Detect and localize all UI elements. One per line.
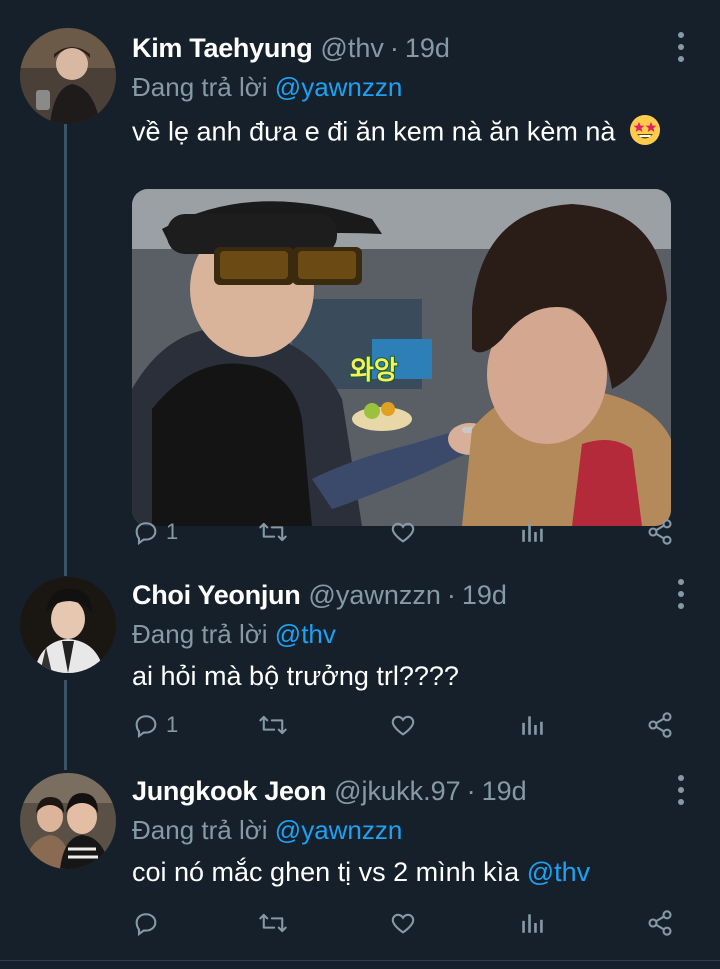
- reply-button[interactable]: 1: [132, 705, 178, 745]
- retweet-icon: [259, 913, 287, 933]
- retweet-icon: [259, 715, 287, 735]
- retweet-button[interactable]: [258, 512, 288, 552]
- retweet-icon: [259, 522, 287, 542]
- avatar[interactable]: [20, 28, 116, 124]
- author-handle[interactable]: @yawnzzn: [308, 580, 440, 611]
- author-handle[interactable]: @jkukk.97: [334, 776, 460, 807]
- like-icon: [391, 522, 415, 543]
- tweet-header: Kim Taehyung @thv · 19d: [132, 28, 450, 68]
- like-icon: [391, 913, 415, 934]
- replying-to: Đang trả lời @yawnzzn: [132, 815, 402, 846]
- tweet-text: ai hỏi mà bộ trưởng trl????: [132, 661, 459, 692]
- like-button[interactable]: [388, 512, 418, 552]
- analytics-button[interactable]: [519, 705, 545, 745]
- replying-to: Đang trả lời @yawnzzn: [132, 72, 402, 103]
- reply-count: 1: [166, 519, 179, 544]
- tweet-actions: 1: [132, 512, 692, 552]
- reply-mention-link[interactable]: @thv: [275, 619, 336, 649]
- like-button[interactable]: [388, 705, 418, 745]
- tweet-text-content: coi nó mắc ghen tị vs 2 mình kìa: [132, 857, 520, 887]
- analytics-button[interactable]: [519, 512, 545, 552]
- tweet-text-content: ai hỏi mà bộ trưởng trl????: [132, 661, 459, 691]
- tweet-actions: [132, 903, 692, 943]
- retweet-button[interactable]: [258, 705, 288, 745]
- analytics-icon: [522, 523, 543, 542]
- like-icon: [391, 715, 415, 736]
- separator-dot: ·: [389, 32, 399, 63]
- tweet-time[interactable]: 19d: [482, 776, 527, 807]
- like-button[interactable]: [388, 903, 418, 943]
- reply-mention-link[interactable]: @yawnzzn: [275, 72, 403, 102]
- tweet-text: về lẹ anh đưa e đi ăn kem nà ăn kèm nà: [132, 114, 661, 153]
- star-struck-emoji-icon: [629, 114, 661, 153]
- tweet-header: Jungkook Jeon @jkukk.97 · 19d: [132, 771, 527, 811]
- more-icon[interactable]: [676, 579, 686, 609]
- avatar[interactable]: [20, 773, 116, 869]
- share-button[interactable]: [646, 512, 674, 552]
- author-name[interactable]: Choi Yeonjun: [132, 580, 301, 611]
- more-icon[interactable]: [676, 32, 686, 62]
- share-button[interactable]: [646, 903, 674, 943]
- author-handle[interactable]: @thv: [320, 33, 383, 64]
- reply-icon: [135, 913, 157, 937]
- share-icon: [648, 519, 672, 545]
- replying-to-label: Đang trả lời: [132, 619, 268, 649]
- analytics-button[interactable]: [519, 903, 545, 943]
- reply-icon: [135, 715, 157, 739]
- replying-to-label: Đang trả lời: [132, 72, 268, 102]
- avatar[interactable]: [20, 577, 116, 673]
- share-icon: [648, 910, 672, 936]
- reply-icon: [135, 522, 157, 546]
- reply-count: 1: [166, 712, 179, 737]
- reply-mention-link[interactable]: @yawnzzn: [275, 815, 403, 845]
- author-name[interactable]: Kim Taehyung: [132, 33, 313, 64]
- divider: [0, 960, 720, 961]
- tweet[interactable]: Kim Taehyung @thv · 19d Đang trả lời @ya…: [0, 28, 720, 558]
- tweet-text-content: về lẹ anh đưa e đi ăn kem nà ăn kèm nà: [132, 116, 616, 147]
- retweet-button[interactable]: [258, 903, 288, 943]
- tweet-time[interactable]: 19d: [405, 33, 450, 64]
- tweet[interactable]: Jungkook Jeon @jkukk.97 · 19d Đang trả l…: [0, 771, 720, 956]
- tweet-actions: 1: [132, 705, 692, 745]
- reply-button[interactable]: 1: [132, 512, 178, 552]
- share-button[interactable]: [646, 705, 674, 745]
- separator-dot: ·: [446, 579, 456, 610]
- analytics-icon: [522, 914, 543, 933]
- replying-to: Đang trả lời @thv: [132, 619, 336, 650]
- tweet-time[interactable]: 19d: [462, 580, 507, 611]
- separator-dot: ·: [466, 775, 476, 806]
- replying-to-label: Đang trả lời: [132, 815, 268, 845]
- tweet-header: Choi Yeonjun @yawnzzn · 19d: [132, 575, 507, 615]
- tweet-media-image[interactable]: 와앙: [132, 189, 671, 526]
- author-name[interactable]: Jungkook Jeon: [132, 776, 326, 807]
- media-overlay-text: 와앙: [350, 356, 398, 386]
- share-icon: [648, 712, 672, 738]
- more-icon[interactable]: [676, 775, 686, 805]
- tweet-text: coi nó mắc ghen tị vs 2 mình kìa @thv: [132, 857, 590, 888]
- tweet[interactable]: Choi Yeonjun @yawnzzn · 19d Đang trả lời…: [0, 575, 720, 755]
- reply-button[interactable]: [132, 903, 166, 943]
- text-mention-link[interactable]: @thv: [527, 857, 590, 887]
- analytics-icon: [522, 716, 543, 735]
